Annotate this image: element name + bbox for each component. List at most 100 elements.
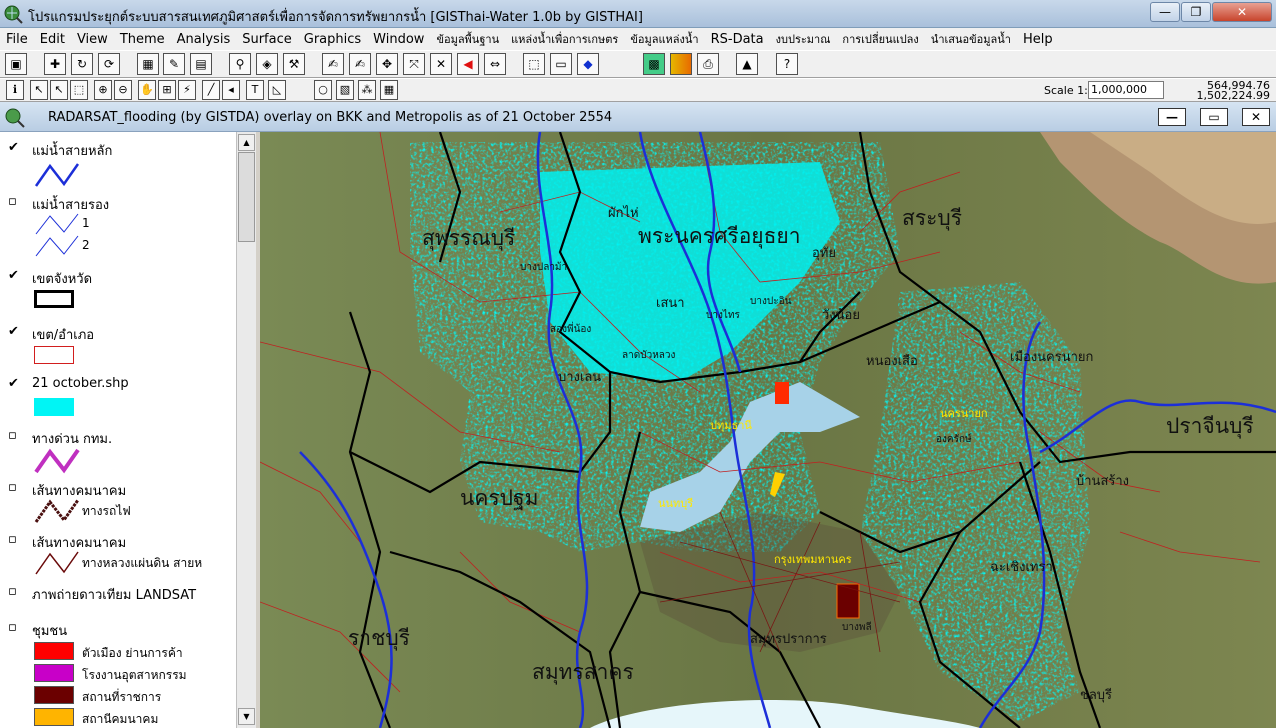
- image-tool-icon[interactable]: ▧: [336, 80, 354, 100]
- palette-icon[interactable]: ⁂: [358, 80, 376, 100]
- menu-thai-8[interactable]: ข้อมูลพื้นฐาน: [436, 30, 499, 48]
- view-title-bar[interactable]: RADARSAT_flooding (by GISTDA) overlay on…: [0, 102, 1276, 132]
- community-checkbox[interactable]: ▫: [8, 621, 20, 634]
- draw-line-icon[interactable]: ╱: [202, 80, 220, 100]
- find-icon[interactable]: ⚲: [229, 53, 251, 75]
- add-theme-icon[interactable]: ✚: [44, 53, 66, 75]
- select-features-icon[interactable]: ⬚: [70, 80, 88, 100]
- label-icon[interactable]: ◂: [222, 80, 240, 100]
- menu-theme[interactable]: Theme: [120, 32, 165, 47]
- circle-draw-icon[interactable]: ○: [314, 80, 332, 100]
- diamond-icon[interactable]: ◆: [577, 53, 599, 75]
- scroll-up-button[interactable]: ▲: [238, 134, 255, 151]
- pointer-icon[interactable]: ↖: [30, 80, 48, 100]
- menu-edit[interactable]: Edit: [40, 32, 65, 47]
- railway-checkbox[interactable]: ▫: [8, 481, 20, 494]
- menu-window[interactable]: Window: [373, 32, 424, 47]
- menu-rs-data[interactable]: RS-Data: [711, 32, 764, 47]
- district-checkbox[interactable]: ✔: [8, 325, 20, 338]
- help-pointer-icon[interactable]: ?: [776, 53, 798, 75]
- refresh-icon[interactable]: ↻: [71, 53, 93, 75]
- province-checkbox[interactable]: ✔: [8, 269, 20, 282]
- window-title-bar[interactable]: โปรแกรมประยุกต์ระบบสารสนเทศภูมิศาสตร์เพื…: [0, 0, 1276, 28]
- scroll-down-button[interactable]: ▼: [238, 708, 255, 725]
- menu-thai-10[interactable]: ข้อมูลแหล่งน้ำ: [630, 30, 698, 48]
- highway-checkbox[interactable]: ▫: [8, 533, 20, 546]
- zoom-in-icon[interactable]: ⊕: [94, 80, 112, 100]
- menu-thai-12[interactable]: งบประมาณ: [776, 30, 831, 48]
- vertex-pointer-icon[interactable]: ↖: [50, 80, 68, 100]
- scale-input[interactable]: 1,000,000: [1088, 81, 1164, 99]
- menu-thai-9[interactable]: แหล่งน้ำเพื่อการเกษตร: [511, 30, 618, 48]
- callout-icon[interactable]: ◺: [268, 80, 286, 100]
- view-minimize-button[interactable]: —: [1158, 108, 1186, 126]
- view-close-button[interactable]: ✕: [1242, 108, 1270, 126]
- north-arrow-icon[interactable]: ▲: [736, 53, 758, 75]
- grid-snap-icon[interactable]: ▦: [380, 80, 398, 100]
- legend-community[interactable]: ▫ ชุมชน ตัวเมือง ย่านการค้า โรงงานอุตสาห…: [4, 618, 234, 728]
- menu-help[interactable]: Help: [1023, 32, 1053, 47]
- legend-secondary-river[interactable]: ▫ แม่น้ำสายรอง 1 2: [4, 192, 234, 258]
- secondary-river-sub1: 1: [82, 216, 90, 230]
- color-ramp-icon[interactable]: [670, 53, 692, 75]
- flood-layer-checkbox[interactable]: ✔: [8, 377, 20, 390]
- close-button[interactable]: ✕: [1212, 2, 1272, 22]
- text-tool-icon[interactable]: T: [246, 80, 264, 100]
- back-arrow-icon[interactable]: ◀: [457, 53, 479, 75]
- legend-main-river[interactable]: ✔ แม่น้ำสายหลัก: [4, 138, 234, 188]
- legend-expressway[interactable]: ▫ ทางด่วน กทม.: [4, 426, 234, 476]
- landsat-checkbox[interactable]: ▫: [8, 585, 20, 598]
- secondary-river-checkbox[interactable]: ▫: [8, 195, 20, 208]
- legend-scrollbar[interactable]: ▲ ▼: [236, 132, 256, 728]
- minimize-button[interactable]: —: [1150, 2, 1180, 22]
- hammer-icon[interactable]: ⚒: [283, 53, 305, 75]
- menu-thai-13[interactable]: การเปลี่ยนแปลง: [842, 30, 918, 48]
- legend-highway[interactable]: ▫ เส้นทางคมนาคม ทางหลวงแผ่นดิน สายห: [4, 530, 234, 580]
- menu-bar: File Edit View Theme Analysis Surface Graphics…: [0, 28, 1276, 50]
- grid-icon[interactable]: ▤: [190, 53, 212, 75]
- menu-graphics[interactable]: Graphics: [304, 32, 361, 47]
- pan-hand-icon[interactable]: ✋: [138, 80, 156, 100]
- main-river-checkbox[interactable]: ✔: [8, 141, 20, 154]
- legend-edit-icon[interactable]: ✍: [349, 53, 371, 75]
- menu-view[interactable]: View: [77, 32, 108, 47]
- zoom-out-icon[interactable]: ⊖: [114, 80, 132, 100]
- view-maximize-button[interactable]: ▭: [1200, 108, 1228, 126]
- legend-landsat[interactable]: ▫ ภาพถ่ายดาวเทียม LANDSAT: [4, 582, 234, 608]
- maximize-button[interactable]: ❐: [1181, 2, 1211, 22]
- legend-panel: ✔ แม่น้ำสายหลัก ▫ แม่น้ำสายรอง 1 2 ✔ เขต…: [0, 132, 256, 728]
- symbol-icon[interactable]: ✥: [376, 53, 398, 75]
- save-icon[interactable]: ▣: [5, 53, 27, 75]
- legend-district[interactable]: ✔ เขต/อำเภอ: [4, 322, 234, 368]
- legend-flood-layer[interactable]: ✔ 21 october.shp: [4, 374, 234, 422]
- legend-railway[interactable]: ▫ เส้นทางคมนาคม ทางรถไฟ: [4, 478, 234, 526]
- map-view[interactable]: สุพรรณบุรี พระนครศรีอยุธยา สระบุรี นครปฐ…: [260, 132, 1276, 728]
- edit-icon[interactable]: ✎: [163, 53, 185, 75]
- properties-icon[interactable]: ✍: [322, 53, 344, 75]
- legend-province[interactable]: ✔ เขตจังหวัด: [4, 266, 234, 316]
- query-icon[interactable]: ◈: [256, 53, 278, 75]
- menu-surface[interactable]: Surface: [242, 32, 292, 47]
- print-icon[interactable]: ⎙: [697, 53, 719, 75]
- layout-icon[interactable]: ▭: [550, 53, 572, 75]
- map-label-district: ฉะเชิงเทรา: [990, 560, 1053, 575]
- hotlink-icon[interactable]: ⚡: [178, 80, 196, 100]
- district-swatch: [34, 346, 74, 364]
- menu-thai-14[interactable]: นำเสนอข้อมูลน้ำ: [931, 30, 1011, 48]
- coordinate-y: 1,502,224.99: [1196, 89, 1270, 102]
- measure-icon[interactable]: ⊞: [158, 80, 176, 100]
- layers-icon[interactable]: ▩: [643, 53, 665, 75]
- menu-analysis[interactable]: Analysis: [177, 32, 231, 47]
- redraw-icon[interactable]: ⟳: [98, 53, 120, 75]
- map-label-ratchaburi: ราชบุรี: [348, 626, 410, 650]
- pan-arrows-icon[interactable]: ⇔: [484, 53, 506, 75]
- zoom-full-icon[interactable]: ✕: [430, 53, 452, 75]
- zoom-extent-icon[interactable]: ⤧: [403, 53, 425, 75]
- info-icon[interactable]: ℹ: [6, 80, 24, 100]
- expressway-checkbox[interactable]: ▫: [8, 429, 20, 442]
- table-icon[interactable]: ▦: [137, 53, 159, 75]
- select-icon[interactable]: ⬚: [523, 53, 545, 75]
- scroll-thumb[interactable]: [238, 152, 255, 242]
- flood-layer-label: 21 october.shp: [32, 376, 129, 391]
- menu-file[interactable]: File: [6, 32, 28, 47]
